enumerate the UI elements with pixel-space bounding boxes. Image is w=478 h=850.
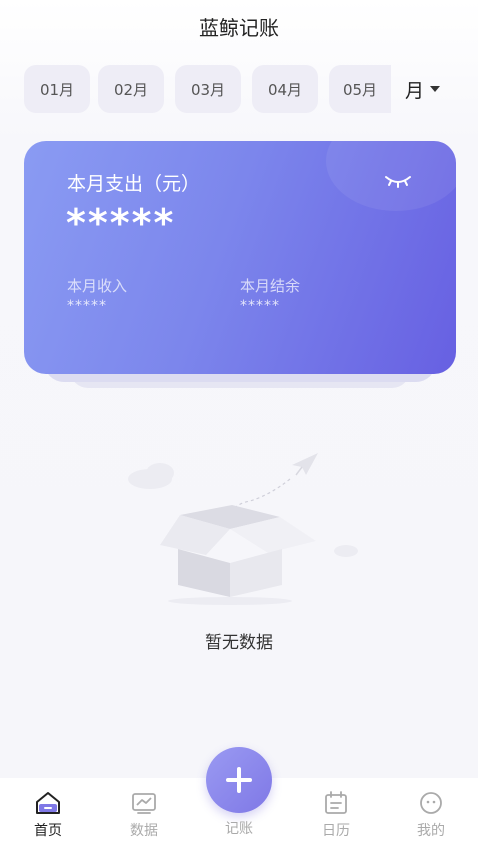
- empty-state-text: 暂无数据: [205, 633, 273, 653]
- nav-stats[interactable]: 数据: [114, 790, 174, 840]
- balance-label: 本月结余: [240, 277, 301, 295]
- month-selector: 01月 02月 03月 04月 05月 月: [0, 65, 478, 113]
- smiley-icon: [420, 792, 442, 814]
- empty-box-illustration: [128, 453, 358, 605]
- home-icon: [36, 792, 60, 814]
- month-chip-02[interactable]: 02月: [98, 65, 164, 113]
- nav-stats-label: 数据: [130, 823, 158, 839]
- month-chip-03[interactable]: 03月: [175, 65, 241, 113]
- nav-home[interactable]: 首页: [18, 790, 78, 840]
- balance-value: *****: [240, 298, 280, 314]
- add-record-label: 记账: [225, 821, 253, 837]
- expense-label: 本月支出（元）: [67, 173, 201, 195]
- month-chip-01[interactable]: 01月: [24, 65, 90, 113]
- nav-mine[interactable]: 我的: [401, 790, 461, 840]
- month-chip-05[interactable]: 05月: [329, 65, 391, 113]
- nav-calendar[interactable]: 日历: [306, 790, 366, 840]
- app-title: 蓝鲸记账: [199, 15, 279, 40]
- plus-icon: [226, 767, 252, 793]
- chart-icon: [132, 793, 156, 814]
- income-label: 本月收入: [67, 277, 128, 295]
- nav-home-label: 首页: [34, 823, 62, 839]
- add-record-button[interactable]: [206, 747, 272, 813]
- app-root: 蓝鲸记账 01月 02月 03月 04月 05月 月 本月支出（元） *****…: [0, 0, 478, 850]
- eye-closed-icon[interactable]: [384, 173, 412, 189]
- period-dropdown-label: 月: [405, 79, 425, 102]
- monthly-summary-card: 本月支出（元） ***** 本月收入 ***** 本月结余 *****: [24, 141, 456, 374]
- nav-calendar-label: 日历: [322, 823, 350, 839]
- month-chip-04[interactable]: 04月: [252, 65, 318, 113]
- income-stat: 本月收入 *****: [67, 275, 127, 314]
- chevron-down-icon: [430, 86, 441, 92]
- income-value: *****: [67, 298, 107, 314]
- calendar-icon: [325, 791, 347, 814]
- expense-value: *****: [66, 201, 176, 245]
- nav-mine-label: 我的: [417, 823, 445, 839]
- balance-stat: 本月结余 *****: [240, 275, 300, 314]
- period-dropdown[interactable]: 月: [405, 65, 465, 113]
